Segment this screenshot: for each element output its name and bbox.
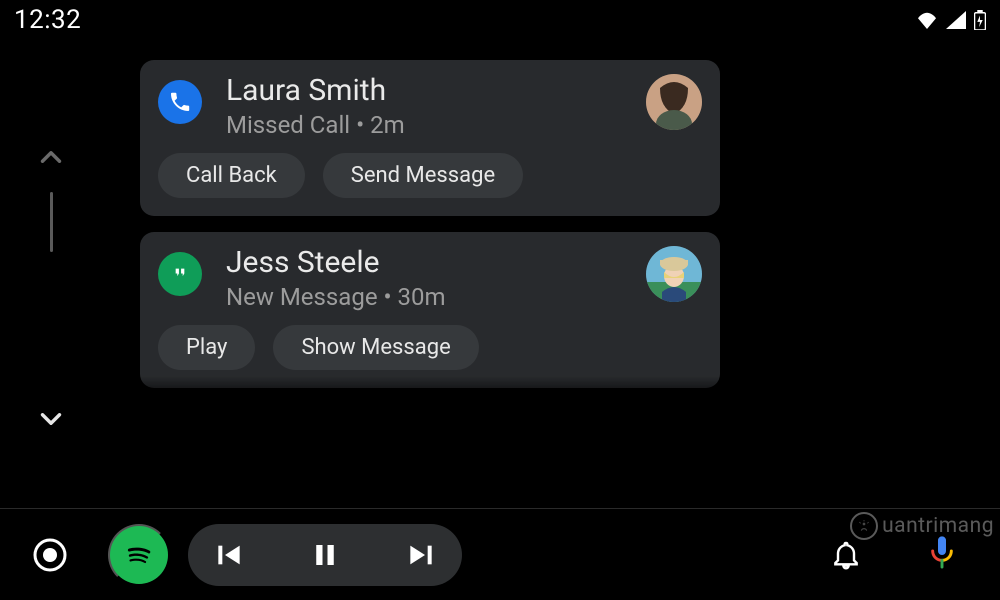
notification-title: Laura Smith — [226, 74, 646, 107]
battery-icon — [974, 10, 986, 30]
watermark-text: uantrimang — [882, 514, 994, 538]
watermark-icon — [850, 512, 878, 540]
play-message-button[interactable]: Play — [158, 325, 255, 370]
status-icons — [916, 10, 986, 30]
card-actions: Call Back Send Message — [158, 153, 702, 198]
contact-avatar — [646, 74, 702, 130]
phone-icon — [158, 80, 202, 124]
notification-card[interactable]: Jess Steele New Message • 30m Play Show … — [140, 232, 720, 388]
watermark: uantrimang — [850, 512, 994, 540]
scroll-indicator — [50, 192, 53, 252]
contact-avatar — [646, 246, 702, 302]
show-message-button[interactable]: Show Message — [273, 325, 478, 370]
status-bar: 12:32 — [0, 0, 1000, 40]
notification-title: Jess Steele — [226, 246, 646, 279]
chevron-up-icon[interactable] — [34, 140, 68, 178]
scroll-up-group — [34, 140, 68, 252]
call-back-button[interactable]: Call Back — [158, 153, 305, 198]
send-message-button[interactable]: Send Message — [323, 153, 523, 198]
wifi-icon — [916, 11, 938, 29]
scroll-column — [26, 130, 76, 480]
notification-subtitle: Missed Call • 2m — [226, 111, 646, 139]
previous-track-button[interactable] — [206, 532, 252, 578]
hangouts-icon — [158, 252, 202, 296]
media-controls — [188, 524, 462, 586]
next-track-button[interactable] — [398, 532, 444, 578]
pause-button[interactable] — [302, 532, 348, 578]
card-header: Jess Steele New Message • 30m — [158, 246, 702, 311]
notification-card[interactable]: Laura Smith Missed Call • 2m Call Back S… — [140, 60, 720, 216]
notification-subtitle: New Message • 30m — [226, 283, 646, 311]
cellular-signal-icon — [946, 11, 966, 29]
chevron-down-icon[interactable] — [34, 402, 68, 440]
card-header: Laura Smith Missed Call • 2m — [158, 74, 702, 139]
launcher-button[interactable] — [22, 527, 78, 583]
status-time: 12:32 — [14, 5, 81, 35]
card-actions: Play Show Message — [158, 325, 702, 370]
notification-list: Laura Smith Missed Call • 2m Call Back S… — [140, 60, 720, 404]
spotify-button[interactable] — [108, 524, 170, 586]
